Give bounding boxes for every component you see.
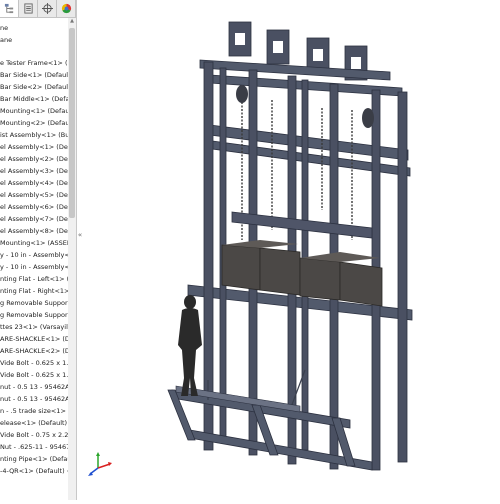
graphics-viewport[interactable] <box>84 0 500 500</box>
tree-item[interactable]: Mounting<2> (Default) <box>0 117 68 129</box>
feature-manager-panel: ne ane e Tester Frame<1> (Default Bar Si… <box>0 0 77 500</box>
weight-block <box>339 261 383 307</box>
post <box>397 91 408 463</box>
tree-item[interactable]: Nut - .625-11 - 95467A <box>0 441 68 453</box>
weight-block <box>299 257 341 301</box>
hoist <box>236 85 248 103</box>
tree-item[interactable]: el Assembly<4> (Defaul <box>0 177 68 189</box>
tree-item[interactable]: Bar Side<2> (Default) <box>0 81 68 93</box>
tree-item[interactable]: elease<1> (Default) << <box>0 417 68 429</box>
tree-item[interactable]: Bar Side<1> (Default) <box>0 69 68 81</box>
panel-collapse-icon[interactable]: « <box>77 228 83 242</box>
tree-item[interactable]: el Assembly<3> (Defaul <box>0 165 68 177</box>
crosshair-icon <box>41 3 53 14</box>
tree-item[interactable]: nut - 0.5 13 - 95462A03 <box>0 381 68 393</box>
tree-item[interactable]: y - 10 in - Assembly<2 <box>0 261 68 273</box>
hoist <box>362 108 374 128</box>
tree-item[interactable]: ist Assembly<1> (Buck <box>0 129 68 141</box>
tree-item[interactable]: y - 10 in - Assembly<1 <box>0 249 68 261</box>
tree-item[interactable]: nut - 0.5 13 - 95462A03 <box>0 393 68 405</box>
weight-block <box>259 247 301 296</box>
tree-scrollbar[interactable]: ▲ <box>68 18 76 500</box>
tree-item[interactable]: ARE-SHACKLE<1> (Def <box>0 333 68 345</box>
person-silhouette <box>178 295 202 396</box>
property-manager-tab[interactable] <box>19 0 38 17</box>
scroll-thumb[interactable] <box>69 28 75 218</box>
tree-item[interactable]: nting Flat - Left<1> (D <box>0 273 68 285</box>
tree-item[interactable]: ane <box>0 34 68 46</box>
frame-model <box>88 21 413 476</box>
tree-item[interactable]: Vide Bolt - 0.625 x 1.5 S <box>0 369 68 381</box>
scroll-up-icon[interactable]: ▲ <box>68 18 76 25</box>
appearance-icon <box>61 3 71 14</box>
tree-item[interactable]: g Removable Support< <box>0 297 68 309</box>
tree-item[interactable]: Mounting<1> (Default) <box>0 105 68 117</box>
tree-item[interactable]: el Assembly<8> (Defaul <box>0 225 68 237</box>
tree-item[interactable]: Bar Middle<1> (Default <box>0 93 68 105</box>
feature-manager-tab[interactable] <box>0 0 19 17</box>
tree-item[interactable]: el Assembly<6> (Defaul <box>0 201 68 213</box>
tree-item[interactable]: e Tester Frame<1> (Default <box>0 57 68 69</box>
tree-item[interactable]: ARE-SHACKLE<2> (Def <box>0 345 68 357</box>
tree-item[interactable]: el Assembly<1> (Defaul <box>0 141 68 153</box>
tree-item[interactable]: nting Pipe<1> (Default) <box>0 453 68 465</box>
tree-item[interactable]: el Assembly<5> (Defaul <box>0 189 68 201</box>
configuration-manager-tab[interactable] <box>38 0 57 17</box>
tree-item[interactable]: el Assembly<7> (Defaul <box>0 213 68 225</box>
tree-item[interactable]: -4-QR<1> (Default) << <box>0 465 68 477</box>
appearance-manager-tab[interactable] <box>57 0 76 17</box>
tree-item[interactable]: Mounting<1> (ASSEMB <box>0 237 68 249</box>
tree-item[interactable]: Vide Bolt - 0.75 x 2.25 S <box>0 429 68 441</box>
axis-triad <box>88 452 112 476</box>
tree-item[interactable]: el Assembly<2> (Defaul <box>0 153 68 165</box>
feature-tree: ne ane e Tester Frame<1> (Default Bar Si… <box>0 22 68 477</box>
tree-item[interactable]: Vide Bolt - 0.625 x 1.5 S <box>0 357 68 369</box>
tree-item[interactable]: ttes 23<1> (Varsayilan) <box>0 321 68 333</box>
tree-item[interactable]: g Removable Support< <box>0 309 68 321</box>
weight-block <box>221 244 261 291</box>
tree-item[interactable]: nting Flat - Right<1> ( <box>0 285 68 297</box>
tree-icon <box>4 3 13 14</box>
tree-item[interactable]: ne <box>0 22 68 34</box>
list-icon <box>23 3 33 14</box>
tree-item[interactable]: n - .5 trade size<1> (De <box>0 405 68 417</box>
manager-tab-bar <box>0 0 76 18</box>
